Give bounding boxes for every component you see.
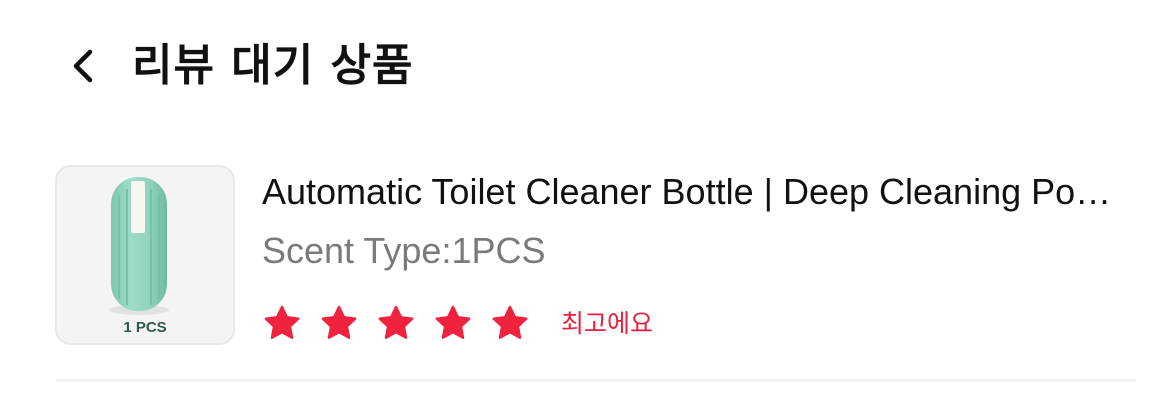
star-icon [321,305,357,339]
rating-label: 최고에요 [561,309,654,338]
star-icon-3[interactable] [376,304,416,344]
page-title: 리뷰 대기 상품 [132,40,414,91]
star-icon-5[interactable] [490,304,530,344]
product-image [57,167,233,343]
product-title[interactable]: Automatic Toilet Cleaner Bottle | Deep C… [262,170,1112,214]
star-icon-2[interactable] [319,304,359,344]
star-icon-1[interactable] [262,304,302,344]
chevron-left-icon [73,49,93,83]
item-divider [56,379,1136,382]
star-rating[interactable]: 최고에요 [262,302,653,346]
star-icon-4[interactable] [433,304,473,344]
star-icon [492,305,528,339]
product-option: Scent Type:1PCS [262,230,546,271]
back-button[interactable] [56,38,112,94]
star-icon [378,305,414,339]
product-thumbnail[interactable]: 1 PCS [55,165,235,345]
thumbnail-caption: 1 PCS [123,319,167,336]
star-icon [435,305,471,339]
review-pending-item[interactable]: 1 PCS Automatic Toilet Cleaner Bottle | … [0,150,1170,382]
top-bar: 리뷰 대기 상품 [0,0,1170,134]
star-icon [264,305,300,339]
